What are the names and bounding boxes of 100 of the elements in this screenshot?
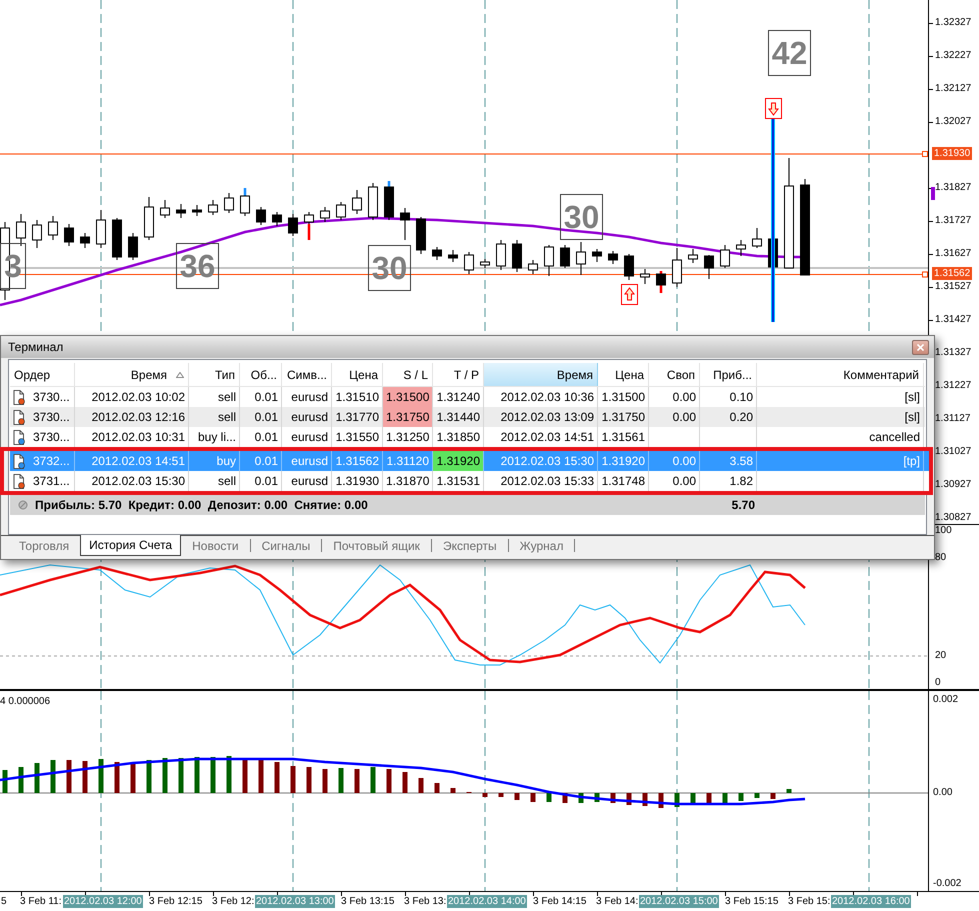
histogram-bar xyxy=(594,793,600,802)
table-row[interactable]: 3732... 2012.02.03 14:51 buy 0.01 eurusd 1.31562 1.31120 1.31920 2012.02.03 15:30 1.31920 0.00 3.58 [tp] xyxy=(10,451,929,471)
price-axis-label: 1.32327 xyxy=(935,17,972,29)
table-cell: 1.31870 xyxy=(383,471,433,491)
indicator-axis-label: -0.002 xyxy=(933,878,962,890)
histogram-bar xyxy=(786,789,792,793)
histogram-bar xyxy=(722,793,728,803)
price-axis-label: 1.32027 xyxy=(935,116,972,128)
price-axis-label: 1.31027 xyxy=(935,446,972,458)
tab[interactable]: Сигналы xyxy=(250,536,322,556)
document-icon xyxy=(13,410,25,424)
window-title: Терминал xyxy=(8,340,64,354)
histogram-bar xyxy=(738,793,744,801)
histogram-bar xyxy=(642,793,648,806)
time-axis-label: 3 Feb 11: xyxy=(19,895,63,908)
table-cell: 1.31561 xyxy=(598,427,649,447)
candle xyxy=(352,190,362,214)
table-cell: 1.82 xyxy=(700,471,757,491)
histogram-bar xyxy=(354,769,360,793)
candle xyxy=(336,202,346,220)
table-cell: eurusd xyxy=(282,471,332,491)
tab[interactable]: История Счета xyxy=(80,535,182,556)
histogram-bar xyxy=(210,757,216,793)
candle xyxy=(368,182,378,220)
candle xyxy=(208,200,218,216)
summary-text: Прибыль: 5.70 Кредит: 0.00 Депозит: 0.00 Снятие: 0.00 xyxy=(35,497,369,514)
candle xyxy=(240,188,250,216)
price-axis-label: 1.31827 xyxy=(935,182,972,194)
price-axis-label: 1.31727 xyxy=(935,215,972,227)
candle xyxy=(320,206,330,222)
candle xyxy=(736,240,746,256)
price-axis-label: 1.31227 xyxy=(935,380,972,392)
candle xyxy=(512,240,522,272)
time-axis-label: 2012.02.03 16:00 xyxy=(831,895,911,908)
candle xyxy=(528,260,538,274)
tab[interactable]: Эксперты xyxy=(432,536,508,556)
tab[interactable]: Торговля xyxy=(8,536,80,556)
price-tag: 1.31930 xyxy=(932,147,972,160)
order-number: 3731... xyxy=(33,473,70,490)
candle xyxy=(192,204,202,216)
order-number: 3732... xyxy=(33,453,70,470)
close-button[interactable] xyxy=(912,340,929,354)
table-cell: 1.31500 xyxy=(383,387,433,407)
candle xyxy=(432,246,442,260)
histogram-bar xyxy=(162,758,168,793)
candle xyxy=(448,250,458,262)
candle xyxy=(672,248,682,288)
chart-text-label: 42 xyxy=(768,30,811,76)
candle xyxy=(128,232,138,260)
histogram-bar xyxy=(770,793,776,799)
candle xyxy=(80,232,90,248)
candle xyxy=(144,196,154,240)
histogram-bar xyxy=(610,793,616,803)
candle xyxy=(224,192,234,214)
order-number: 3730... xyxy=(33,429,70,446)
histogram-bar xyxy=(146,760,152,793)
time-axis-label: 3 Feb 13: xyxy=(403,895,448,908)
histogram-bar xyxy=(498,793,504,797)
document-icon xyxy=(13,454,25,468)
table-cell: 0.01 xyxy=(240,427,282,447)
histogram-bar xyxy=(754,793,760,798)
column-header[interactable]: Время xyxy=(484,363,598,386)
tab[interactable]: Новости xyxy=(181,536,250,556)
histogram-bar xyxy=(626,793,632,805)
table-cell: eurusd xyxy=(282,427,332,447)
candle xyxy=(688,248,698,264)
table-cell: 1.31550 xyxy=(332,427,383,447)
time-axis-label: 3 Feb 15:15 xyxy=(724,895,780,908)
histogram-bar xyxy=(450,788,456,793)
histogram-bar xyxy=(418,778,424,793)
candle xyxy=(416,216,426,254)
time-axis-label: 2012.02.03 12:00 xyxy=(63,895,143,908)
price-axis-label: 1.30827 xyxy=(935,512,972,524)
indicator-axis-label: 100 xyxy=(935,525,952,537)
price-tag: 1.31562 xyxy=(932,267,972,280)
table-cell: 0.01 xyxy=(240,471,282,491)
tab[interactable]: Почтовый ящик xyxy=(322,536,431,556)
histogram-bar xyxy=(226,756,232,793)
indicator-axis-label: 0.00 xyxy=(933,787,952,799)
indicator-axis-label: 0.002 xyxy=(933,694,958,706)
candle xyxy=(96,210,106,248)
histogram-bar xyxy=(178,758,184,793)
table-cell: 2012.02.03 15:30 xyxy=(75,471,189,491)
candle xyxy=(496,240,506,270)
histogram-bar xyxy=(50,760,56,793)
table-row[interactable]: 3730... 2012.02.03 12:16 sell 0.01 eurusd 1.31770 1.31750 1.31440 2012.02.03 13:09 1.31750 0.00 0.20 [sl] xyxy=(10,407,925,427)
price-axis-label: 1.31327 xyxy=(935,347,972,359)
histogram-bar xyxy=(114,762,120,793)
tab[interactable]: Журнал xyxy=(508,536,574,556)
histogram-bar xyxy=(690,793,696,803)
candle xyxy=(656,270,666,294)
candle xyxy=(752,228,762,248)
candle xyxy=(576,242,586,276)
candle xyxy=(640,268,650,284)
histogram-bar xyxy=(82,761,88,793)
time-axis-label: 5 xyxy=(0,895,8,908)
histogram-bar xyxy=(674,793,680,807)
candle xyxy=(720,244,730,268)
histogram-bar xyxy=(34,763,40,793)
histogram-bar xyxy=(578,793,584,803)
